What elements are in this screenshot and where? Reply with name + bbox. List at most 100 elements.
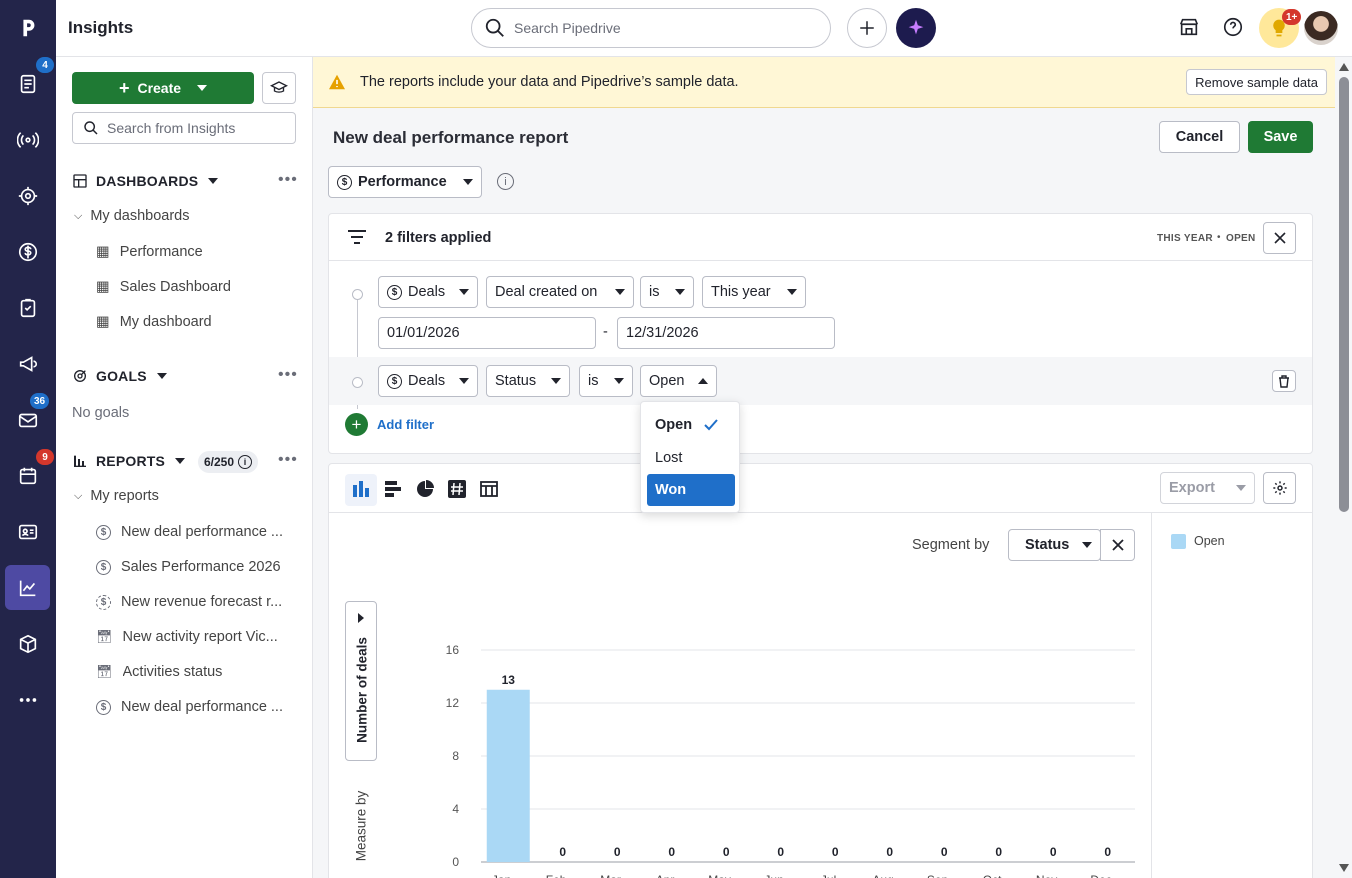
page-scrollbar[interactable] <box>1335 57 1352 878</box>
filter2-entity-select[interactable]: $ Deals <box>378 365 478 397</box>
measure-by-select[interactable]: Number of deals <box>345 601 377 761</box>
campaigns-megaphone-icon[interactable] <box>12 348 44 380</box>
deals-icon[interactable] <box>12 236 44 268</box>
filter-tag-year: THIS YEAR <box>1157 233 1213 244</box>
global-search-input[interactable]: Search Pipedrive <box>471 8 831 48</box>
scroll-thumb[interactable] <box>1339 77 1349 512</box>
dashboard-item[interactable]: ▦ Performance <box>96 244 296 260</box>
status-option-won[interactable]: Won <box>647 474 735 506</box>
add-filter-link[interactable]: Add filter <box>377 417 434 432</box>
help-icon[interactable] <box>1222 16 1244 43</box>
goals-more-icon[interactable]: ••• <box>278 366 298 384</box>
filters-summary[interactable]: 2 filters applied <box>385 230 491 246</box>
report-type-select[interactable]: $ Performance <box>328 166 482 198</box>
export-button[interactable]: Export <box>1160 472 1255 504</box>
graduation-cap-icon <box>270 81 288 93</box>
report-item[interactable]: $ Sales Performance 2026 <box>96 559 296 575</box>
report-item[interactable]: 📅︎ Activities status <box>96 664 296 680</box>
chart-settings-button[interactable] <box>1263 472 1296 504</box>
add-filter-plus-icon[interactable]: + <box>345 413 368 436</box>
collapse-icon <box>1273 232 1286 244</box>
insights-search-input[interactable]: Search from Insights <box>72 112 296 144</box>
report-item[interactable]: 📅︎ New activity report Vic... <box>96 629 296 645</box>
insights-chart-icon[interactable] <box>5 565 50 610</box>
filter2-value: Open <box>649 373 685 389</box>
more-icon[interactable] <box>12 684 44 716</box>
filter1-entity-select[interactable]: $ Deals <box>378 276 478 308</box>
info-icon[interactable]: i <box>238 455 253 469</box>
data-label: 0 <box>941 845 948 859</box>
calendar-icon[interactable] <box>12 460 44 492</box>
dashboards-more-icon[interactable]: ••• <box>278 171 298 189</box>
x-tick-label: Nov ... <box>1036 873 1071 878</box>
deal-dollar-icon: $ <box>387 373 402 389</box>
bar-chart-icon[interactable] <box>384 480 402 498</box>
save-button[interactable]: Save <box>1248 121 1313 153</box>
filter1-field-select[interactable]: Deal created on <box>486 276 634 308</box>
column-chart-icon[interactable] <box>352 480 370 498</box>
timeline-node <box>352 289 363 300</box>
date-to-input[interactable]: 12/31/2026 <box>617 317 835 349</box>
marketplace-icon[interactable] <box>1178 16 1200 43</box>
activity-signal-icon[interactable] <box>12 124 44 156</box>
collapse-filters-button[interactable] <box>1263 222 1296 254</box>
leads-icon[interactable] <box>12 68 44 100</box>
segment-by-select[interactable]: Status <box>1008 529 1101 561</box>
scroll-down-arrow-icon[interactable] <box>1339 864 1349 872</box>
table-icon[interactable] <box>480 480 498 498</box>
ai-assistant-button[interactable] <box>896 8 936 48</box>
my-reports-group[interactable]: ⌵ My reports <box>74 488 159 504</box>
pipedrive-logo-icon[interactable] <box>12 12 44 44</box>
dashboard-item[interactable]: ▦ Sales Dashboard <box>96 279 296 295</box>
create-button[interactable]: + Create <box>72 72 254 104</box>
scorecard-icon[interactable] <box>448 480 466 498</box>
export-label: Export <box>1169 480 1215 496</box>
report-item[interactable]: $ New deal performance ... <box>96 699 296 715</box>
data-label: 13 <box>502 673 516 687</box>
filter2-operator-select[interactable]: is <box>579 365 633 397</box>
date-from-input[interactable]: 01/01/2026 <box>378 317 596 349</box>
contacts-card-icon[interactable] <box>12 516 44 548</box>
user-avatar[interactable] <box>1304 11 1338 45</box>
filter1-entity-value: Deals <box>408 284 446 300</box>
report-item[interactable]: $ New deal performance ... <box>96 524 296 540</box>
status-option-lost[interactable]: Lost <box>647 442 735 474</box>
y-tick-label: 8 <box>452 749 459 763</box>
tasks-icon[interactable] <box>12 292 44 324</box>
dashboard-grid-icon: ▦ <box>96 314 110 330</box>
goals-heading[interactable]: GOALS <box>72 368 167 384</box>
filter1-operator-select[interactable]: is <box>640 276 694 308</box>
learn-button[interactable] <box>262 72 296 104</box>
dashboard-item[interactable]: ▦ My dashboard <box>96 314 296 330</box>
chevron-down-icon <box>615 289 625 295</box>
cancel-button[interactable]: Cancel <box>1159 121 1240 153</box>
delete-filter-button[interactable] <box>1272 370 1296 392</box>
pie-chart-icon[interactable] <box>416 480 434 498</box>
info-icon[interactable]: i <box>497 173 514 190</box>
remove-sample-data-button[interactable]: Remove sample data <box>1186 69 1327 95</box>
target-icon[interactable] <box>12 180 44 212</box>
clear-segment-button[interactable] <box>1100 529 1135 561</box>
filter2-value-select[interactable]: Open <box>640 365 717 397</box>
filter2-field-select[interactable]: Status <box>486 365 570 397</box>
status-option-label: Open <box>655 417 693 433</box>
filter1-value-select[interactable]: This year <box>702 276 806 308</box>
reports-more-icon[interactable]: ••• <box>278 451 298 469</box>
chevron-down-icon <box>459 289 469 295</box>
bar <box>486 689 530 862</box>
quick-add-button[interactable] <box>847 8 887 48</box>
scroll-up-arrow-icon[interactable] <box>1339 63 1349 71</box>
filter-tag-status: OPEN <box>1226 233 1256 244</box>
products-box-icon[interactable] <box>12 628 44 660</box>
chevron-down-icon <box>1082 542 1092 548</box>
report-item[interactable]: $ New revenue forecast r... <box>96 594 296 610</box>
dashboards-heading[interactable]: DASHBOARDS <box>72 173 219 189</box>
reports-heading[interactable]: REPORTS <box>72 453 186 469</box>
insights-search-placeholder: Search from Insights <box>107 120 236 136</box>
report-title[interactable]: New deal performance report <box>333 128 568 148</box>
deal-dollar-icon: $ <box>96 699 111 715</box>
measure-by-value: Number of deals <box>354 637 370 743</box>
status-option-open[interactable]: Open <box>647 409 735 441</box>
chevron-down-icon: ⌵ <box>74 489 83 502</box>
my-dashboards-group[interactable]: ⌵ My dashboards <box>74 208 189 224</box>
